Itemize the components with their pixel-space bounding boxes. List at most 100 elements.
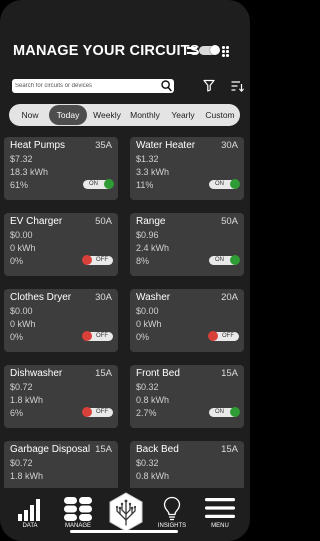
circuit-name: EV Charger <box>10 216 63 227</box>
circuit-name: Clothes Dryer <box>10 292 72 303</box>
circuit-percent: 6% <box>10 408 24 418</box>
nav-data[interactable]: DATA <box>10 488 50 534</box>
time-range-tabs: Now Today Weekly Monthly Yearly Custom <box>9 104 240 126</box>
circuit-name: Dishwasher <box>10 368 63 379</box>
search-row <box>12 79 244 94</box>
circuit-name: Range <box>136 216 166 227</box>
tab-monthly[interactable]: Monthly <box>125 104 165 126</box>
circuit-card[interactable]: EV Charger 50A $0.00 0 kWh 0% OFF <box>4 213 118 276</box>
circuit-card[interactable]: Heat Pumps 35A $7.32 18.3 kWh 61% ON <box>4 137 118 200</box>
hamburger-icon <box>205 498 235 518</box>
circuit-energy: 1.8 kWh <box>10 395 44 405</box>
tab-today[interactable]: Today <box>49 105 87 125</box>
circuit-card[interactable]: Range 50A $0.96 2.4 kWh 8% ON <box>130 213 244 276</box>
circuit-cost: $0.32 <box>136 382 159 392</box>
circuit-energy: 0.8 kWh <box>136 395 170 405</box>
circuit-card[interactable]: Front Bed 15A $0.32 0.8 kWh 2.7% ON <box>130 365 244 428</box>
circuit-percent: 0% <box>10 256 24 266</box>
circuit-energy: 0 kWh <box>10 319 36 329</box>
bar-chart-icon <box>18 499 40 521</box>
circuit-cost: $0.72 <box>10 382 33 392</box>
tab-now[interactable]: Now <box>11 104 49 126</box>
circuit-energy: 2.4 kWh <box>136 243 170 253</box>
app-screen: MANAGE YOUR CIRCUITS Search for circuits… <box>0 0 250 541</box>
circuit-amps: 15A <box>221 368 238 379</box>
view-mode-toggle[interactable] <box>187 44 231 58</box>
nav-insights[interactable]: INSIGHTS <box>152 488 192 534</box>
switch-label: ON <box>89 181 98 187</box>
tab-yearly[interactable]: Yearly <box>165 104 201 126</box>
circuit-power-switch[interactable]: ON <box>209 407 240 417</box>
circuit-amps: 15A <box>221 444 238 455</box>
circuit-power-switch[interactable]: ON <box>209 179 240 189</box>
circuit-power-switch[interactable]: ON <box>83 179 114 189</box>
circuit-cost: $0.00 <box>10 230 33 240</box>
circuit-name: Washer <box>136 292 171 303</box>
circuit-amps: 15A <box>95 444 112 455</box>
circuit-energy: 3.3 kWh <box>136 167 170 177</box>
search-input[interactable] <box>15 80 155 92</box>
circuit-amps: 50A <box>95 216 112 227</box>
circuit-cost: $0.72 <box>10 458 33 468</box>
switch-knob <box>230 179 240 189</box>
circuit-percent: 0% <box>10 332 24 342</box>
switch-label: OFF <box>96 257 108 263</box>
circuit-energy: 18.3 kWh <box>10 167 49 177</box>
bottom-nav: DATA MANAGE INSIGHTS MENU <box>0 488 250 541</box>
switch-label: OFF <box>96 333 108 339</box>
circuit-name: Garbage Disposal <box>10 444 91 455</box>
circuit-power-switch[interactable]: ON <box>209 255 240 265</box>
switch-knob <box>208 331 218 341</box>
sort-icon[interactable] <box>231 80 244 92</box>
switch-knob <box>82 255 92 265</box>
circuit-power-switch[interactable]: OFF <box>82 407 113 417</box>
tab-custom[interactable]: Custom <box>201 104 239 126</box>
nav-label: INSIGHTS <box>157 523 187 529</box>
circuit-name: Back Bed <box>136 444 179 455</box>
circuit-percent: 0% <box>136 332 150 342</box>
nav-label: DATA <box>22 523 38 529</box>
toggle-knob <box>210 45 220 55</box>
switch-knob <box>230 255 240 265</box>
lightbulb-icon <box>163 496 181 521</box>
header: MANAGE YOUR CIRCUITS <box>13 42 241 62</box>
search-icon[interactable] <box>161 80 172 92</box>
tab-weekly[interactable]: Weekly <box>88 104 126 126</box>
circuit-power-switch[interactable]: OFF <box>208 331 239 341</box>
circuit-card[interactable]: Clothes Dryer 30A $0.00 0 kWh 0% OFF <box>4 289 118 352</box>
circuit-cost: $0.00 <box>10 306 33 316</box>
circuit-tree-logo-icon <box>109 492 143 532</box>
grid-view-icon <box>222 46 230 57</box>
search-box <box>12 79 174 93</box>
nav-manage[interactable]: MANAGE <box>58 488 98 534</box>
switch-label: ON <box>215 409 224 415</box>
switch-knob <box>82 331 92 341</box>
switch-label: ON <box>215 181 224 187</box>
switch-knob <box>82 407 92 417</box>
circuit-name: Heat Pumps <box>10 140 66 151</box>
circuit-percent: 8% <box>136 256 150 266</box>
grid-icon <box>64 497 92 521</box>
circuit-amps: 20A <box>221 292 238 303</box>
circuit-cost: $7.32 <box>10 154 33 164</box>
nav-menu[interactable]: MENU <box>200 488 240 534</box>
circuit-card[interactable]: Washer 20A $0.00 0 kWh 0% OFF <box>130 289 244 352</box>
circuit-power-switch[interactable]: OFF <box>82 255 113 265</box>
circuit-amps: 15A <box>95 368 112 379</box>
nav-home-logo[interactable] <box>106 488 146 534</box>
circuit-energy: 1.8 kWh <box>10 471 44 481</box>
filter-icon[interactable] <box>203 79 215 92</box>
circuit-amps: 35A <box>95 140 112 151</box>
switch-label: ON <box>215 257 224 263</box>
circuit-cost: $0.00 <box>136 306 159 316</box>
circuit-cost: $0.96 <box>136 230 159 240</box>
nav-label: MANAGE <box>64 523 91 529</box>
circuit-card[interactable]: Dishwasher 15A $0.72 1.8 kWh 6% OFF <box>4 365 118 428</box>
circuit-amps: 30A <box>221 140 238 151</box>
page-title: MANAGE YOUR CIRCUITS <box>13 43 200 59</box>
circuit-name: Front Bed <box>136 368 180 379</box>
circuit-card[interactable]: Water Heater 30A $1.32 3.3 kWh 11% ON <box>130 137 244 200</box>
nav-label: MENU <box>211 523 229 529</box>
circuit-cost: $0.32 <box>136 458 159 468</box>
circuit-power-switch[interactable]: OFF <box>82 331 113 341</box>
